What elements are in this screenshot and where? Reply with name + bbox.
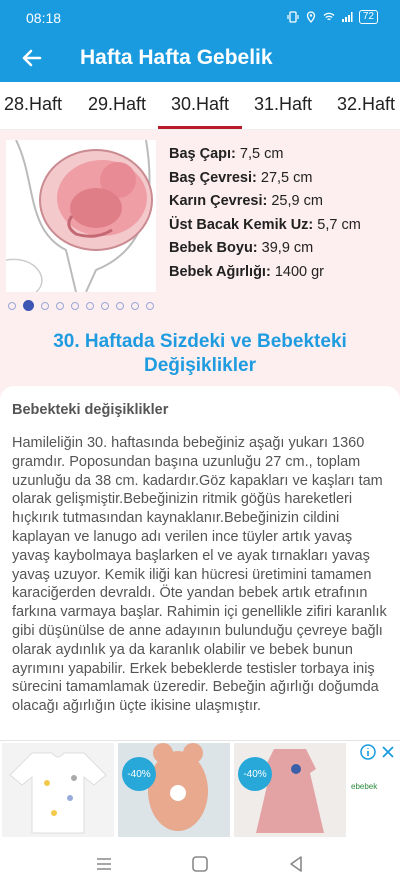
ad-product-romper[interactable]: -40% <box>118 743 230 837</box>
ad-banner[interactable]: -40% -40% ebebek <box>0 740 400 840</box>
fact-baby-length: Bebek Boyu: 39,9 cm <box>169 240 314 257</box>
pager-dot[interactable] <box>8 301 16 310</box>
content-card: Bebekteki değişiklikler Hamileliğin 30. … <box>0 386 400 742</box>
fetus-illustration <box>5 139 156 293</box>
ad-product-dress[interactable]: -40% <box>234 743 346 837</box>
card-subtitle: Bebekteki değişiklikler <box>12 402 169 418</box>
recent-apps-icon[interactable] <box>94 854 114 874</box>
tab-selected-indicator <box>158 126 242 129</box>
discount-badge: -40% <box>238 757 272 791</box>
signal-icon <box>341 12 353 22</box>
tab-week-32[interactable]: 32.Haft <box>337 94 395 115</box>
vibrate-icon <box>287 11 299 23</box>
ad-product-bodysuit[interactable] <box>2 743 114 837</box>
card-body-text: Hamileliğin 30. haftasında bebeğiniz aşa… <box>12 435 387 715</box>
fact-head-circumference: Baş Çevresi: 27,5 cm <box>169 169 313 186</box>
page-title: Hafta Hafta Gebelik <box>80 46 273 69</box>
fact-head-diameter: Baş Çapı: 7,5 cm <box>169 146 284 162</box>
fact-abdomen-circumference: Karın Çevresi: 25,9 cm <box>169 193 323 210</box>
status-time: 08:18 <box>26 10 62 26</box>
image-pager-dots[interactable] <box>8 300 154 311</box>
pager-dot[interactable] <box>146 301 154 310</box>
pager-dot[interactable] <box>23 300 34 311</box>
battery-icon: 72 <box>358 10 378 24</box>
location-icon <box>306 11 316 23</box>
back-arrow-icon[interactable] <box>18 44 46 72</box>
tab-week-29[interactable]: 29.Haft <box>88 94 146 115</box>
fact-baby-weight: Bebek Ağırlığı: 1400 gr <box>169 263 325 280</box>
discount-badge: -40% <box>122 757 156 791</box>
tab-week-30[interactable]: 30.Haft <box>171 94 229 115</box>
section-heading: 30. Haftada Sizdeki ve Bebekteki Değişik… <box>53 331 347 376</box>
tab-week-31[interactable]: 31.Haft <box>254 94 312 115</box>
pager-dot[interactable] <box>71 301 79 310</box>
pager-dot[interactable] <box>41 301 49 310</box>
status-bar: 08:18 72 <box>0 0 400 36</box>
system-nav-bar <box>0 840 400 888</box>
pager-dot[interactable] <box>86 301 94 310</box>
pager-dot[interactable] <box>131 301 139 310</box>
app-bar: Hafta Hafta Gebelik <box>0 36 400 82</box>
ad-brand-logo: ebebek <box>351 782 378 791</box>
back-nav-icon[interactable] <box>286 854 306 874</box>
pager-dot[interactable] <box>116 301 124 310</box>
week-tabs: 28.Haft 29.Haft 30.Haft 31.Haft 32.Haft <box>0 82 400 130</box>
fact-femur-length: Üst Bacak Kemik Uz: 5,7 cm <box>169 216 361 233</box>
baby-measurements: Baş Çapı: 7,5 cm Baş Çevresi: 27,5 cm Ka… <box>169 143 395 285</box>
ad-close-icon[interactable] <box>380 744 396 760</box>
pager-dot[interactable] <box>101 301 109 310</box>
status-icons: 72 <box>287 10 378 24</box>
home-icon[interactable] <box>190 854 210 874</box>
tab-week-28[interactable]: 28.Haft <box>4 94 62 115</box>
ad-info-icon[interactable] <box>360 744 376 760</box>
wifi-icon <box>323 12 335 21</box>
pager-dot[interactable] <box>56 301 64 310</box>
